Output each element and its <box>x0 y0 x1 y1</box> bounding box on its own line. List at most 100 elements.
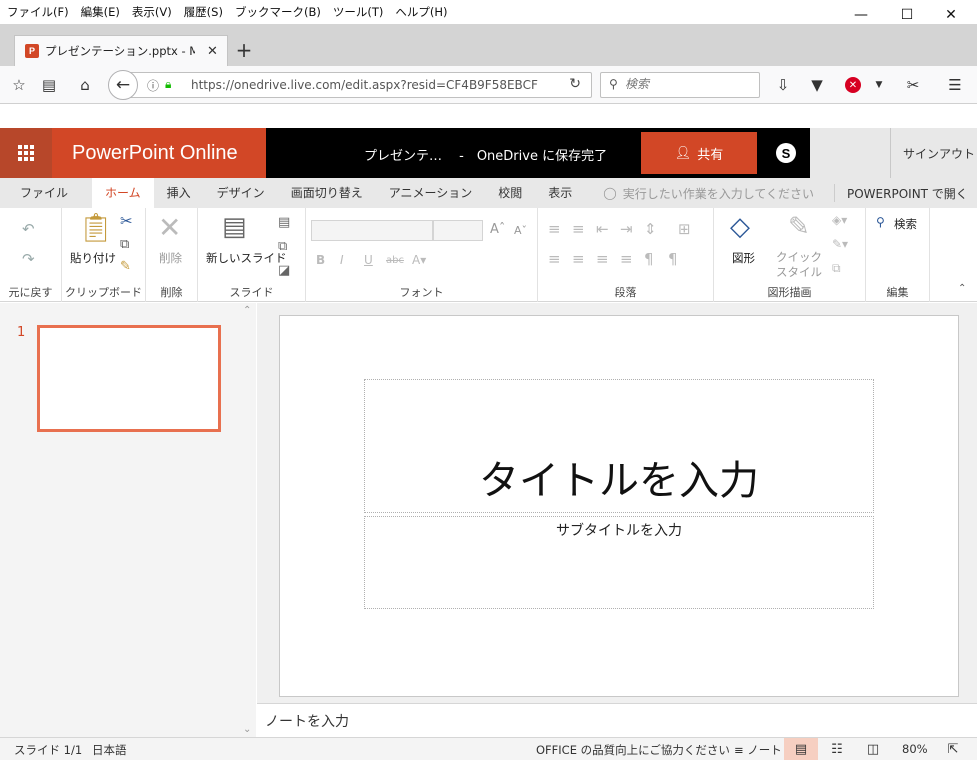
increase-indent-icon[interactable]: ⇥ <box>620 222 633 237</box>
blocked-addon-icon[interactable]: ✕ <box>842 74 864 96</box>
scroll-down-icon[interactable]: ⌄ <box>243 724 251 735</box>
font-size-select[interactable] <box>433 220 483 241</box>
italic-icon[interactable]: I <box>340 254 344 266</box>
decrease-indent-icon[interactable]: ⇤ <box>596 222 609 237</box>
bookmark-star-icon[interactable]: ☆ <box>8 74 30 96</box>
ltr-icon[interactable]: ¶ <box>644 252 654 267</box>
tab-review[interactable]: 校閲 <box>485 178 535 208</box>
skype-button[interactable]: S <box>763 128 809 178</box>
url-text[interactable]: https://onedrive.live.com/edit.aspx?resi… <box>191 78 539 92</box>
menu-history[interactable]: 履歴(S) <box>178 4 229 20</box>
slideshow-icon[interactable]: ◫ <box>856 738 890 760</box>
subtitle-placeholder[interactable]: サブタイトルを入力 <box>364 516 874 609</box>
shapes-icon[interactable]: ◇ <box>730 214 750 240</box>
find-icon[interactable]: ⚲ <box>876 216 885 228</box>
shapes-label[interactable]: 図形 <box>732 250 755 266</box>
addon-dropdown-icon[interactable]: ▼ <box>868 74 890 96</box>
arrange-icon[interactable]: ⧉ <box>832 262 841 274</box>
thumbnail-scrollbar[interactable]: ⌃ ⌄ <box>240 303 256 737</box>
duplicate-slide-icon[interactable]: ⧉ <box>278 240 287 253</box>
title-placeholder[interactable]: タイトルを入力 <box>364 379 874 513</box>
info-icon[interactable]: ⓘ <box>147 77 159 94</box>
app-name[interactable]: PowerPoint Online <box>52 128 266 178</box>
app-launcher-icon[interactable] <box>0 128 52 178</box>
close-tab-icon[interactable]: ✕ <box>207 44 218 59</box>
download-icon[interactable]: ⇩ <box>772 74 794 96</box>
quick-styles-label[interactable]: クイック スタイル <box>776 250 822 280</box>
bullets-icon[interactable]: ≡ <box>548 222 561 237</box>
paste-icon[interactable]: 📋︎ <box>78 214 114 242</box>
pocket-icon[interactable]: ▼ <box>806 74 828 96</box>
tab-view[interactable]: 表示 <box>535 178 585 208</box>
normal-view-icon[interactable]: ▤ <box>784 738 818 760</box>
layout-icon[interactable]: ▤ <box>278 216 290 229</box>
menu-bookmarks[interactable]: ブックマーク(B) <box>229 4 327 20</box>
menu-help[interactable]: ヘルプ(H) <box>389 4 453 20</box>
url-bar[interactable]: ⓘ 🔒︎ https://onedrive.live.com/edit.aspx… <box>124 72 592 98</box>
reload-icon[interactable]: ↻ <box>569 76 581 92</box>
tab-animations[interactable]: アニメーション <box>376 178 486 208</box>
strikethrough-icon[interactable]: abc <box>386 256 404 266</box>
tab-home[interactable]: ホーム <box>92 178 154 208</box>
browser-search-bar[interactable]: ⚲ <box>600 72 760 98</box>
grow-font-icon[interactable]: Aˆ <box>490 223 505 236</box>
language-indicator[interactable]: 日本語 <box>92 742 127 758</box>
notes-toggle[interactable]: ≡ ノート <box>734 742 782 758</box>
share-button[interactable]: 👤︎ 共有 <box>641 132 757 174</box>
quick-styles-icon[interactable]: ✎ <box>788 214 810 240</box>
menu-view[interactable]: 表示(V) <box>126 4 178 20</box>
feedback-link[interactable]: OFFICE の品質向上にご協力ください <box>536 742 730 758</box>
fit-to-window-icon[interactable]: ⇱ <box>936 738 970 760</box>
shrink-font-icon[interactable]: Aˇ <box>514 225 527 236</box>
line-spacing-icon[interactable]: ⇕ <box>644 222 657 237</box>
rtl-icon[interactable]: ¶ <box>668 252 678 267</box>
text-direction-icon[interactable]: ⊞ <box>678 222 691 237</box>
browser-tab[interactable]: P プレゼンテーション.pptx - Microsoft PowerPoint … <box>14 35 228 66</box>
collapse-ribbon-icon[interactable]: ⌃ <box>958 284 966 294</box>
sign-out-link[interactable]: サインアウト <box>890 128 975 178</box>
menu-file[interactable]: ファイル(F) <box>0 4 75 20</box>
screenshot-icon[interactable]: ✂ <box>902 74 924 96</box>
redo-icon[interactable]: ↷ <box>22 252 35 267</box>
notes-pane[interactable]: ノートを入力 <box>257 703 977 737</box>
delete-label[interactable]: 削除 <box>159 250 182 266</box>
reader-list-icon[interactable]: ▤ <box>38 74 60 96</box>
find-label[interactable]: 検索 <box>894 216 917 232</box>
font-color-icon[interactable]: A▾ <box>412 254 426 266</box>
reading-view-icon[interactable]: ☷ <box>820 738 854 760</box>
tab-file[interactable]: ファイル <box>0 178 92 208</box>
menu-tools[interactable]: ツール(T) <box>327 4 390 20</box>
tab-insert[interactable]: 挿入 <box>154 178 204 208</box>
undo-icon[interactable]: ↶ <box>22 222 35 237</box>
numbering-icon[interactable]: ≡ <box>572 222 585 237</box>
new-slide-label[interactable]: 新しいスライド <box>206 250 287 266</box>
shape-fill-icon[interactable]: ◈▾ <box>832 214 847 226</box>
shape-outline-icon[interactable]: ✎▾ <box>832 238 848 250</box>
new-slide-icon[interactable]: ▤ <box>222 214 247 240</box>
underline-icon[interactable]: U <box>364 254 373 266</box>
menu-edit[interactable]: 編集(E) <box>75 4 126 20</box>
slide-thumbnail[interactable] <box>37 325 221 432</box>
cut-icon[interactable]: ✂ <box>120 214 133 229</box>
align-left-icon[interactable]: ≡ <box>548 252 561 267</box>
slide-canvas[interactable]: タイトルを入力 サブタイトルを入力 <box>279 315 959 697</box>
font-name-select[interactable] <box>311 220 433 241</box>
align-right-icon[interactable]: ≡ <box>596 252 609 267</box>
home-icon[interactable]: ⌂ <box>74 74 96 96</box>
copy-icon[interactable]: ⧉ <box>120 238 129 251</box>
hide-slide-icon[interactable]: ◪ <box>278 264 290 277</box>
paste-label[interactable]: 貼り付け <box>70 250 116 266</box>
hamburger-menu-icon[interactable]: ☰ <box>944 74 966 96</box>
browser-search-input[interactable] <box>625 77 745 91</box>
tab-transitions[interactable]: 画面切り替え <box>278 178 376 208</box>
new-tab-icon[interactable]: + <box>232 38 256 62</box>
tell-me-box[interactable]: ◯ 実行したい作業を入力してください <box>585 184 835 202</box>
zoom-level[interactable]: 80% <box>902 742 928 756</box>
document-title[interactable]: プレゼンテ… - OneDrive に保存完了 <box>364 145 607 164</box>
justify-icon[interactable]: ≡ <box>620 252 633 267</box>
bold-icon[interactable]: B <box>316 254 325 266</box>
scroll-up-icon[interactable]: ⌃ <box>243 305 251 316</box>
delete-icon[interactable]: ✕ <box>158 214 181 242</box>
open-in-powerpoint-link[interactable]: POWERPOINT で開く <box>835 185 968 202</box>
align-center-icon[interactable]: ≡ <box>572 252 585 267</box>
